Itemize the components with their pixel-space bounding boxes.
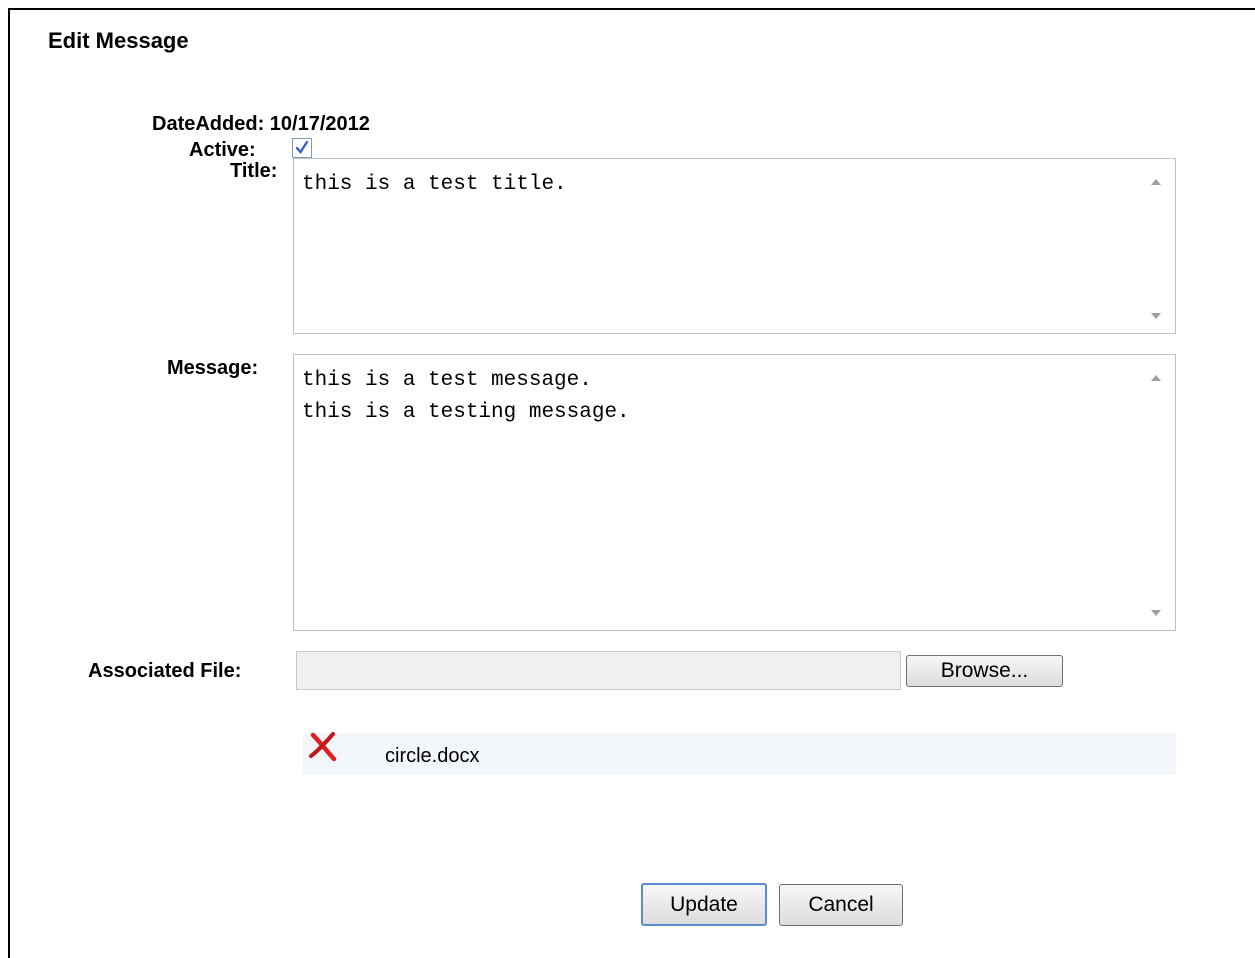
message-text: this is a test message. this is a testin… (302, 369, 630, 424)
date-added-label: DateAdded: (152, 113, 265, 135)
message-textarea[interactable]: this is a test message. this is a testin… (293, 354, 1176, 631)
update-button[interactable]: Update (641, 883, 767, 926)
browse-button[interactable]: Browse... (906, 655, 1063, 687)
delete-icon[interactable] (307, 731, 339, 763)
title-label: Title: (230, 160, 278, 182)
attachment-file-name[interactable]: circle.docx (385, 745, 479, 768)
scroll-down-icon[interactable] (1151, 313, 1161, 319)
active-checkbox[interactable] (292, 138, 312, 158)
scroll-down-icon[interactable] (1151, 610, 1161, 616)
page-title: Edit Message (48, 28, 189, 53)
scroll-up-icon[interactable] (1151, 179, 1161, 185)
cancel-button[interactable]: Cancel (779, 884, 903, 926)
message-label: Message: (167, 357, 259, 379)
active-label: Active: (189, 139, 256, 161)
associated-file-label: Associated File: (88, 660, 242, 682)
title-text: this is a test title. (302, 173, 567, 196)
file-path-input[interactable] (296, 651, 901, 690)
title-textarea[interactable]: this is a test title. (293, 158, 1176, 334)
date-added-value: 10/17/2012 (269, 113, 370, 135)
checkmark-icon (295, 140, 309, 154)
scroll-up-icon[interactable] (1151, 375, 1161, 381)
date-added-row: DateAdded: 10/17/2012 (152, 113, 370, 136)
attachment-row: circle.docx (303, 731, 1176, 774)
